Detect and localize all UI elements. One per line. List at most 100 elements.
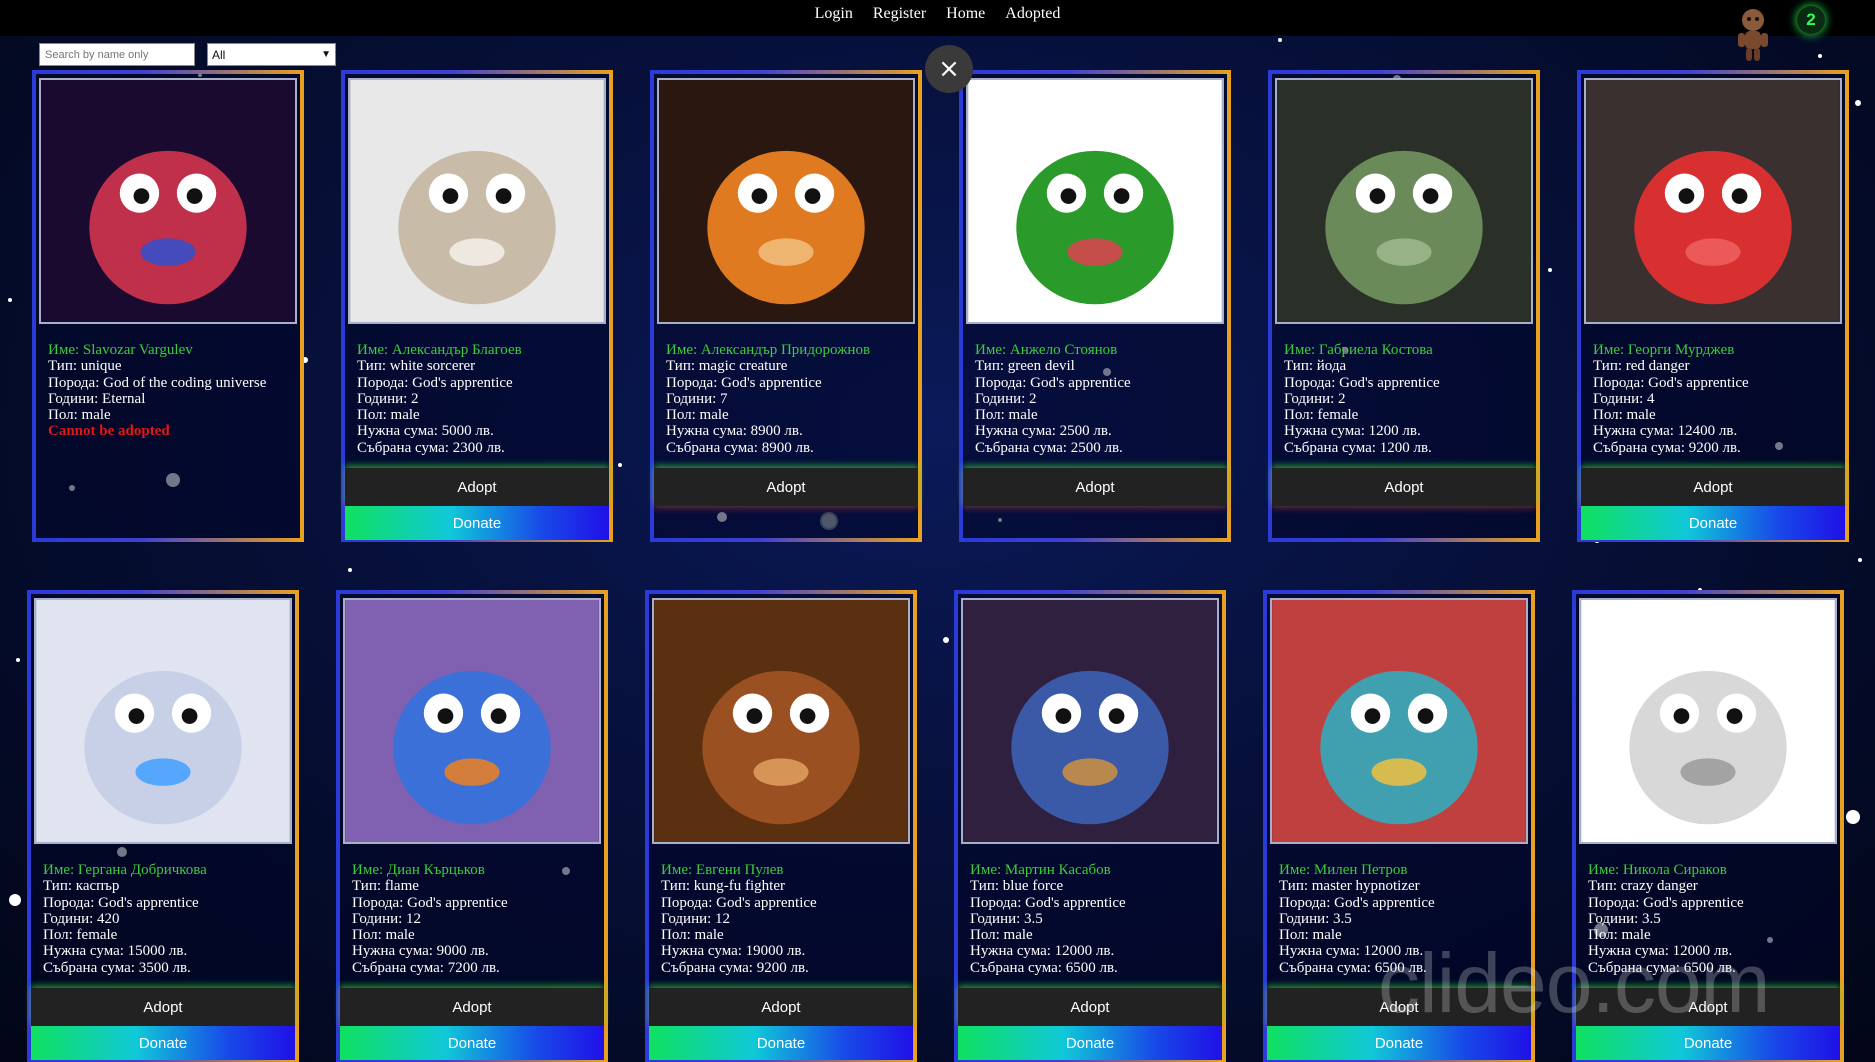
- pet-card-10: Име: Мартин Касабов Тип: blue force Поро…: [954, 590, 1226, 1062]
- pet-card-1: Име: Slavozar Vargulev Тип: unique Пород…: [32, 70, 304, 542]
- pet-age: Години: 2: [1284, 390, 1346, 407]
- donate-button[interactable]: Donate: [340, 1026, 604, 1060]
- pet-breed: Порода: God's apprentice: [352, 894, 508, 911]
- login-link[interactable]: Login: [815, 5, 853, 23]
- adopted-counter-badge: 2: [1797, 6, 1825, 34]
- pet-card-9: Име: Евгени Пулев Тип: kung-fu fighter П…: [645, 590, 917, 1062]
- donate-button[interactable]: Donate: [1581, 506, 1845, 540]
- monster-illustration: [968, 80, 1222, 322]
- pet-sex: Пол: male: [970, 927, 1033, 944]
- pet-name: Име: Диан Кърцьков: [352, 862, 485, 878]
- pet-sex: Пол: male: [1593, 407, 1656, 424]
- pet-age: Години: 12: [661, 910, 731, 927]
- adopt-button[interactable]: Adopt: [1581, 468, 1845, 506]
- pet-breed: Порода: God's apprentice: [975, 374, 1131, 391]
- pet-info: Име: Габриела Костова Тип: йода Порода: …: [1284, 342, 1440, 456]
- pet-collected-amount: Събрана сума: 2500 лв.: [975, 439, 1123, 456]
- pet-breed: Порода: God of the coding universe: [48, 374, 267, 391]
- adopt-button[interactable]: Adopt: [1272, 468, 1536, 506]
- register-link[interactable]: Register: [873, 5, 926, 23]
- adopt-button[interactable]: Adopt: [649, 988, 913, 1026]
- pet-breed: Порода: God's apprentice: [43, 894, 199, 911]
- filter-selected-value: All: [212, 47, 226, 62]
- pet-breed: Порода: God's apprentice: [1284, 374, 1440, 391]
- search-input[interactable]: [39, 43, 195, 66]
- filter-select[interactable]: All ▼: [207, 43, 336, 66]
- pet-name: Име: Никола Сираков: [1588, 862, 1727, 878]
- pet-breed: Порода: God's apprentice: [357, 374, 513, 391]
- pet-type: Тип: master hypnotizer: [1279, 878, 1420, 895]
- home-link[interactable]: Home: [946, 5, 985, 23]
- monster-illustration: [659, 80, 913, 322]
- pet-card-6: Име: Георги Мурджев Тип: red danger Поро…: [1577, 70, 1849, 542]
- pet-type: Тип: flame: [352, 878, 419, 895]
- monster-illustration: [350, 80, 604, 322]
- pet-needed-amount: Нужна сума: 12000 лв.: [970, 943, 1115, 960]
- pet-sex: Пол: male: [48, 407, 111, 424]
- adopt-button[interactable]: Adopt: [963, 468, 1227, 506]
- pet-info: Име: Анжело Стоянов Тип: green devil Пор…: [975, 342, 1131, 456]
- monster-illustration: [1277, 80, 1531, 322]
- pet-card-2: Име: Александър Благоев Тип: white sorce…: [341, 70, 613, 542]
- pet-type: Тип: crazy danger: [1588, 878, 1698, 895]
- pet-info: Име: Гергана Добричкова Тип: каспър Поро…: [43, 862, 207, 976]
- sackboy-avatar-icon[interactable]: [1733, 6, 1773, 62]
- pet-collected-amount: Събрана сума: 3500 лв.: [43, 959, 191, 976]
- pet-image: [1579, 598, 1837, 844]
- top-navigation-bar: Login Register Home Adopted 2: [0, 0, 1875, 61]
- adopt-button[interactable]: Adopt: [340, 988, 604, 1026]
- pet-breed: Порода: God's apprentice: [661, 894, 817, 911]
- pet-sex: Пол: female: [43, 927, 118, 944]
- monster-illustration: [654, 600, 908, 842]
- pet-name: Име: Гергана Добричкова: [43, 862, 207, 878]
- pet-name: Име: Георги Мурджев: [1593, 342, 1735, 358]
- pet-type: Тип: green devil: [975, 358, 1075, 375]
- pet-sex: Пол: male: [661, 927, 724, 944]
- pet-image: [348, 78, 606, 324]
- pet-name: Име: Мартин Касабов: [970, 862, 1111, 878]
- pet-needed-amount: Нужна сума: 12400 лв.: [1593, 423, 1738, 440]
- pet-image: [1270, 598, 1528, 844]
- adopt-button[interactable]: Adopt: [654, 468, 918, 506]
- donate-button[interactable]: Donate: [958, 1026, 1222, 1060]
- pet-needed-amount: Нужна сума: 8900 лв.: [666, 423, 803, 440]
- pet-collected-amount: Събрана сума: 2300 лв.: [357, 439, 505, 456]
- pet-age: Години: Eternal: [48, 390, 146, 407]
- pet-type: Тип: blue force: [970, 878, 1064, 895]
- pet-name: Име: Милен Петров: [1279, 862, 1408, 878]
- adopt-button[interactable]: Adopt: [31, 988, 295, 1026]
- pet-type: Тип: unique: [48, 358, 122, 375]
- pet-breed: Порода: God's apprentice: [970, 894, 1126, 911]
- adopt-button[interactable]: Adopt: [958, 988, 1222, 1026]
- donate-button[interactable]: Donate: [31, 1026, 295, 1060]
- pet-image: [343, 598, 601, 844]
- monster-illustration: [1586, 80, 1840, 322]
- pet-needed-amount: Нужна сума: 2500 лв.: [975, 423, 1112, 440]
- pet-needed-amount: Нужна сума: 19000 лв.: [661, 943, 806, 960]
- pet-sex: Пол: male: [352, 927, 415, 944]
- pet-type: Тип: каспър: [43, 878, 120, 895]
- donate-button[interactable]: Donate: [345, 506, 609, 540]
- pet-breed: Порода: God's apprentice: [1593, 374, 1749, 391]
- pet-age: Години: 3.5: [970, 910, 1043, 927]
- pet-age: Години: 3.5: [1588, 910, 1661, 927]
- pet-name: Име: Slavozar Vargulev: [48, 342, 193, 358]
- pet-age: Години: 420: [43, 910, 120, 927]
- pet-info: Име: Slavozar Vargulev Тип: unique Пород…: [48, 342, 266, 440]
- pet-card-8: Име: Диан Кърцьков Тип: flame Порода: Go…: [336, 590, 608, 1062]
- close-button[interactable]: ×: [925, 45, 973, 93]
- pet-age: Години: 7: [666, 390, 728, 407]
- pet-age: Години: 4: [1593, 390, 1655, 407]
- pet-age: Години: 12: [352, 910, 422, 927]
- pet-image: [966, 78, 1224, 324]
- pet-breed: Порода: God's apprentice: [666, 374, 822, 391]
- adopt-button[interactable]: Adopt: [345, 468, 609, 506]
- pet-sex: Пол: male: [357, 407, 420, 424]
- pet-image: [1275, 78, 1533, 324]
- adopted-link[interactable]: Adopted: [1005, 5, 1060, 23]
- monster-illustration: [1272, 600, 1526, 842]
- pet-image: [34, 598, 292, 844]
- donate-button[interactable]: Donate: [649, 1026, 913, 1060]
- pet-info: Име: Александър Благоев Тип: white sorce…: [357, 342, 522, 456]
- pet-type: Тип: white sorcerer: [357, 358, 476, 375]
